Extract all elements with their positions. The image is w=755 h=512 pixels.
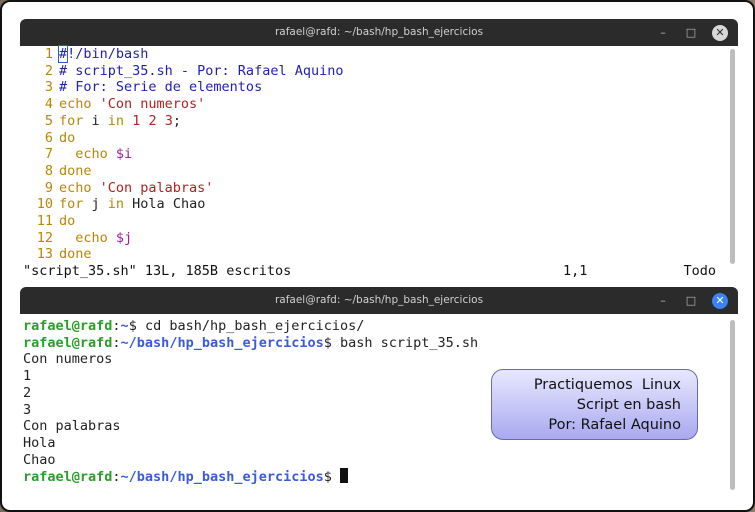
title-overlay-badge: Practiquemos Linux Script en bash Por: R…: [491, 369, 698, 440]
code-token: echo: [59, 146, 116, 163]
line-number: 7: [44, 146, 53, 163]
minimize-icon[interactable]: –: [656, 26, 670, 40]
code-token: Hola Chao: [124, 196, 206, 213]
code-token: echo: [59, 229, 116, 246]
prompt-path: ~/bash/hp_bash_ejercicios: [120, 334, 324, 351]
prompt-user: rafael@rafd: [23, 334, 113, 351]
code-token: $j: [115, 229, 133, 246]
maximize-icon[interactable]: □: [684, 26, 698, 40]
line-number: 6: [44, 129, 53, 146]
command-text: $: [323, 469, 341, 486]
code-token: done: [59, 162, 92, 179]
code-token: for: [59, 196, 84, 213]
prompt-separator: :: [112, 318, 121, 334]
command-text: $ cd bash/hp_bash_ejercicios/: [128, 318, 365, 334]
shell-window-title: rafael@rafd: ~/bash/hp_bash_ejercicios: [274, 294, 484, 306]
code-token: $i: [115, 146, 133, 163]
output-line: Con numeros: [23, 351, 113, 368]
code-token: do: [59, 213, 76, 230]
editor-window-title: rafael@rafd: ~/bash/hp_bash_ejercicios: [274, 26, 484, 38]
overlay-line-1: Practiquemos Linux: [533, 377, 681, 393]
editor-scrollbar[interactable]: [730, 49, 735, 264]
status-scroll-position: Todo: [683, 263, 716, 279]
editor-titlebar[interactable]: rafael@rafd: ~/bash/hp_bash_ejercicios –…: [20, 19, 738, 46]
text-cursor[interactable]: [340, 468, 349, 484]
code-token: #: [57, 45, 69, 63]
prompt-user: rafael@rafd: [23, 318, 113, 334]
code-token: in: [107, 112, 125, 129]
code-token: 'Con palabras': [99, 179, 214, 196]
minimize-icon[interactable]: –: [656, 294, 670, 308]
line-number: 11: [36, 213, 53, 230]
line-number: 1: [44, 46, 53, 62]
line-number: 12: [36, 229, 53, 246]
editor-terminal-window[interactable]: rafael@rafd: ~/bash/hp_bash_ejercicios –…: [20, 19, 738, 281]
line-number: 5: [44, 112, 53, 129]
shell-scrollbar[interactable]: [730, 320, 735, 490]
prompt-separator: :: [112, 469, 121, 486]
code-line: 2 # script_35.sh - Por: Rafael Aquino: [23, 63, 724, 80]
code-line: 8 done: [23, 163, 724, 180]
code-line: 1 #!/bin/bash: [23, 45, 724, 63]
code-line: 12 echo $j: [23, 230, 724, 247]
code-line: 9 echo 'Con palabras': [23, 180, 724, 197]
code-token: for: [59, 112, 84, 129]
line-number: 4: [44, 96, 53, 113]
line-number: 10: [36, 196, 53, 213]
code-token: # script_35.sh - Por: Rafael Aquino: [59, 62, 344, 79]
code-line: 5 for i in 1 2 3;: [23, 113, 724, 130]
vim-status-line: "script_35.sh" 13L, 185B escritos 1,1 Todo: [23, 263, 724, 279]
status-cursor-position: 1,1: [563, 263, 588, 279]
code-token: do: [59, 129, 76, 146]
status-file-info: "script_35.sh" 13L, 185B escritos: [23, 263, 292, 279]
code-line: 10 for j in Hola Chao: [23, 196, 724, 213]
shell-titlebar[interactable]: rafael@rafd: ~/bash/hp_bash_ejercicios –…: [20, 287, 738, 314]
prompt-separator: :: [112, 334, 121, 351]
prompt-line: rafael@rafd:~$ cd bash/hp_bash_ejercicio…: [23, 318, 724, 335]
code-line: 11 do: [23, 213, 724, 230]
line-number: 2: [44, 62, 53, 79]
overlay-line-2: Script en bash: [576, 397, 681, 413]
prompt-path: ~/bash/hp_bash_ejercicios: [120, 469, 324, 486]
overlay-line-3: Por: Rafael Aquino: [548, 417, 681, 433]
line-number: 9: [44, 179, 53, 196]
command-text: $ bash script_35.sh: [323, 334, 479, 351]
close-icon[interactable]: ✕: [712, 24, 728, 41]
code-line: 6 do: [23, 130, 724, 147]
prompt-line: rafael@rafd:~/bash/hp_bash_ejercicios$ b…: [23, 335, 724, 352]
code-token: echo: [59, 179, 100, 196]
code-token: j: [83, 196, 108, 213]
screenshot-frame: rafael@rafd: ~/bash/hp_bash_ejercicios –…: [0, 0, 755, 512]
line-number: 8: [44, 162, 53, 179]
prompt-user: rafael@rafd: [23, 469, 113, 486]
code-line: 13 done: [23, 246, 724, 263]
prompt-line: rafael@rafd:~/bash/hp_bash_ejercicios$: [23, 468, 724, 486]
code-token: !/bin/bash: [67, 46, 149, 62]
code-token: done: [59, 246, 92, 263]
line-number: 3: [44, 79, 53, 96]
maximize-icon[interactable]: □: [684, 294, 698, 308]
line-number: 13: [36, 246, 53, 263]
code-token: # For: Serie de elementos: [59, 79, 263, 96]
code-token: echo: [59, 96, 100, 113]
code-line: 4 echo 'Con numeros': [23, 96, 724, 113]
vim-editor-buffer[interactable]: 1 #!/bin/bash 2 # script_35.sh - Por: Rafae…: [23, 45, 724, 281]
code-line: 3 # For: Serie de elementos: [23, 79, 724, 96]
code-line: 7 echo $i: [23, 146, 724, 163]
code-token: ;: [172, 112, 181, 129]
code-token: in: [107, 196, 125, 213]
output-line: Chao: [23, 451, 56, 468]
code-token: 1 2 3: [132, 112, 173, 129]
prompt-path: ~: [120, 318, 129, 334]
code-token: 'Con numeros': [99, 96, 206, 113]
code-token: i: [83, 112, 108, 129]
close-icon[interactable]: ✕: [712, 292, 728, 309]
